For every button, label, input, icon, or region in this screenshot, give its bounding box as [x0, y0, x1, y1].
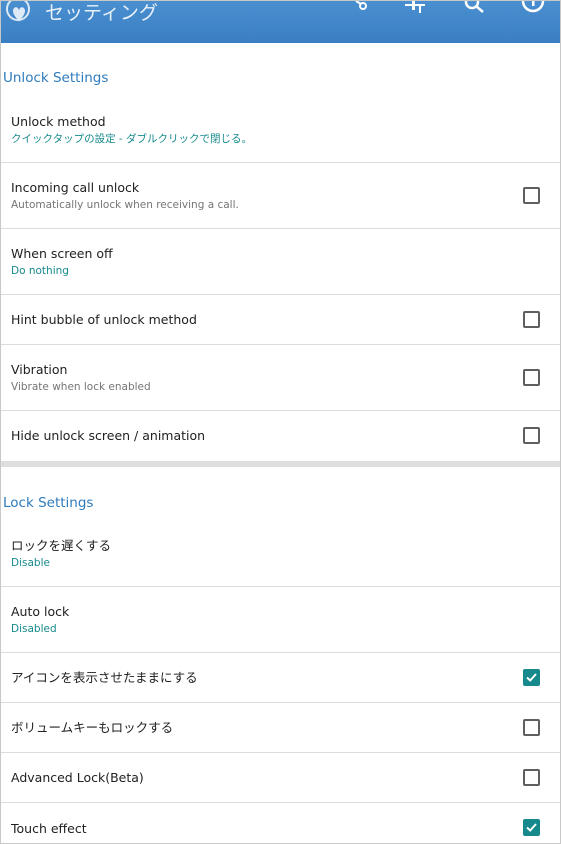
- pref-summary: Do nothing: [11, 265, 69, 277]
- pref-title: Unlock method: [11, 114, 106, 129]
- pref-title: Touch effect: [11, 821, 87, 836]
- pref-advanced-lock[interactable]: Advanced Lock(Beta): [1, 753, 560, 803]
- pref-hide-unlock-screen[interactable]: Hide unlock screen / animation: [1, 411, 560, 461]
- hint-bubble-checkbox[interactable]: [523, 311, 540, 328]
- pref-title: Incoming call unlock: [11, 180, 140, 195]
- pref-keep-icon-displayed[interactable]: アイコンを表示させたままにする: [1, 653, 560, 703]
- info-icon[interactable]: [521, 1, 545, 13]
- lock-volume-keys-checkbox[interactable]: [523, 719, 540, 736]
- pref-title: アイコンを表示させたままにする: [11, 670, 198, 685]
- section-header-unlock: Unlock Settings: [3, 70, 109, 86]
- pref-incoming-call-unlock[interactable]: Incoming call unlock Automatically unloc…: [1, 163, 560, 229]
- pref-title: ボリュームキーもロックする: [11, 720, 174, 735]
- pref-auto-lock[interactable]: Auto lock Disabled: [1, 587, 560, 653]
- pref-summary: Disabled: [11, 623, 57, 635]
- app-bar: セッティング: [1, 1, 560, 43]
- section-header-lock: Lock Settings: [3, 495, 94, 511]
- pref-title: Advanced Lock(Beta): [11, 770, 144, 785]
- pref-title: Vibration: [11, 362, 68, 377]
- pref-lock-volume-keys[interactable]: ボリュームキーもロックする: [1, 703, 560, 753]
- search-icon[interactable]: [463, 1, 487, 13]
- check-icon: [526, 673, 537, 682]
- pref-unlock-method[interactable]: Unlock method クイックタップの設定 - ダブルクリックで閉じる。: [1, 97, 560, 163]
- pref-summary: Automatically unlock when receiving a ca…: [11, 199, 239, 211]
- section-divider: [1, 461, 560, 467]
- advanced-lock-checkbox[interactable]: [523, 769, 540, 786]
- keep-icon-displayed-checkbox[interactable]: [523, 669, 540, 686]
- hide-unlock-screen-checkbox[interactable]: [523, 427, 540, 444]
- vibration-checkbox[interactable]: [523, 369, 540, 386]
- pref-title: When screen off: [11, 246, 113, 261]
- pref-summary: Disable: [11, 557, 50, 569]
- share-icon[interactable]: [347, 1, 371, 13]
- check-icon: [526, 823, 537, 832]
- pref-title: Hide unlock screen / animation: [11, 428, 206, 443]
- pref-vibration[interactable]: Vibration Vibrate when lock enabled: [1, 345, 560, 411]
- app-logo-icon: [6, 1, 30, 22]
- pref-summary: クイックタップの設定 - ダブルクリックで閉じる。: [11, 133, 253, 145]
- pref-touch-effect[interactable]: Touch effect: [1, 803, 560, 843]
- pref-hint-bubble[interactable]: Hint bubble of unlock method: [1, 295, 560, 345]
- pref-title: Auto lock: [11, 604, 70, 619]
- touch-effect-checkbox[interactable]: [523, 819, 540, 836]
- sliders-icon[interactable]: [403, 1, 427, 13]
- pref-title: ロックを遅くする: [11, 538, 112, 553]
- pref-slow-lock[interactable]: ロックを遅くする Disable: [1, 521, 560, 587]
- app-title: セッティング: [45, 2, 158, 24]
- pref-summary: Vibrate when lock enabled: [11, 381, 151, 393]
- pref-title: Hint bubble of unlock method: [11, 312, 197, 327]
- pref-when-screen-off[interactable]: When screen off Do nothing: [1, 229, 560, 295]
- incoming-call-unlock-checkbox[interactable]: [523, 187, 540, 204]
